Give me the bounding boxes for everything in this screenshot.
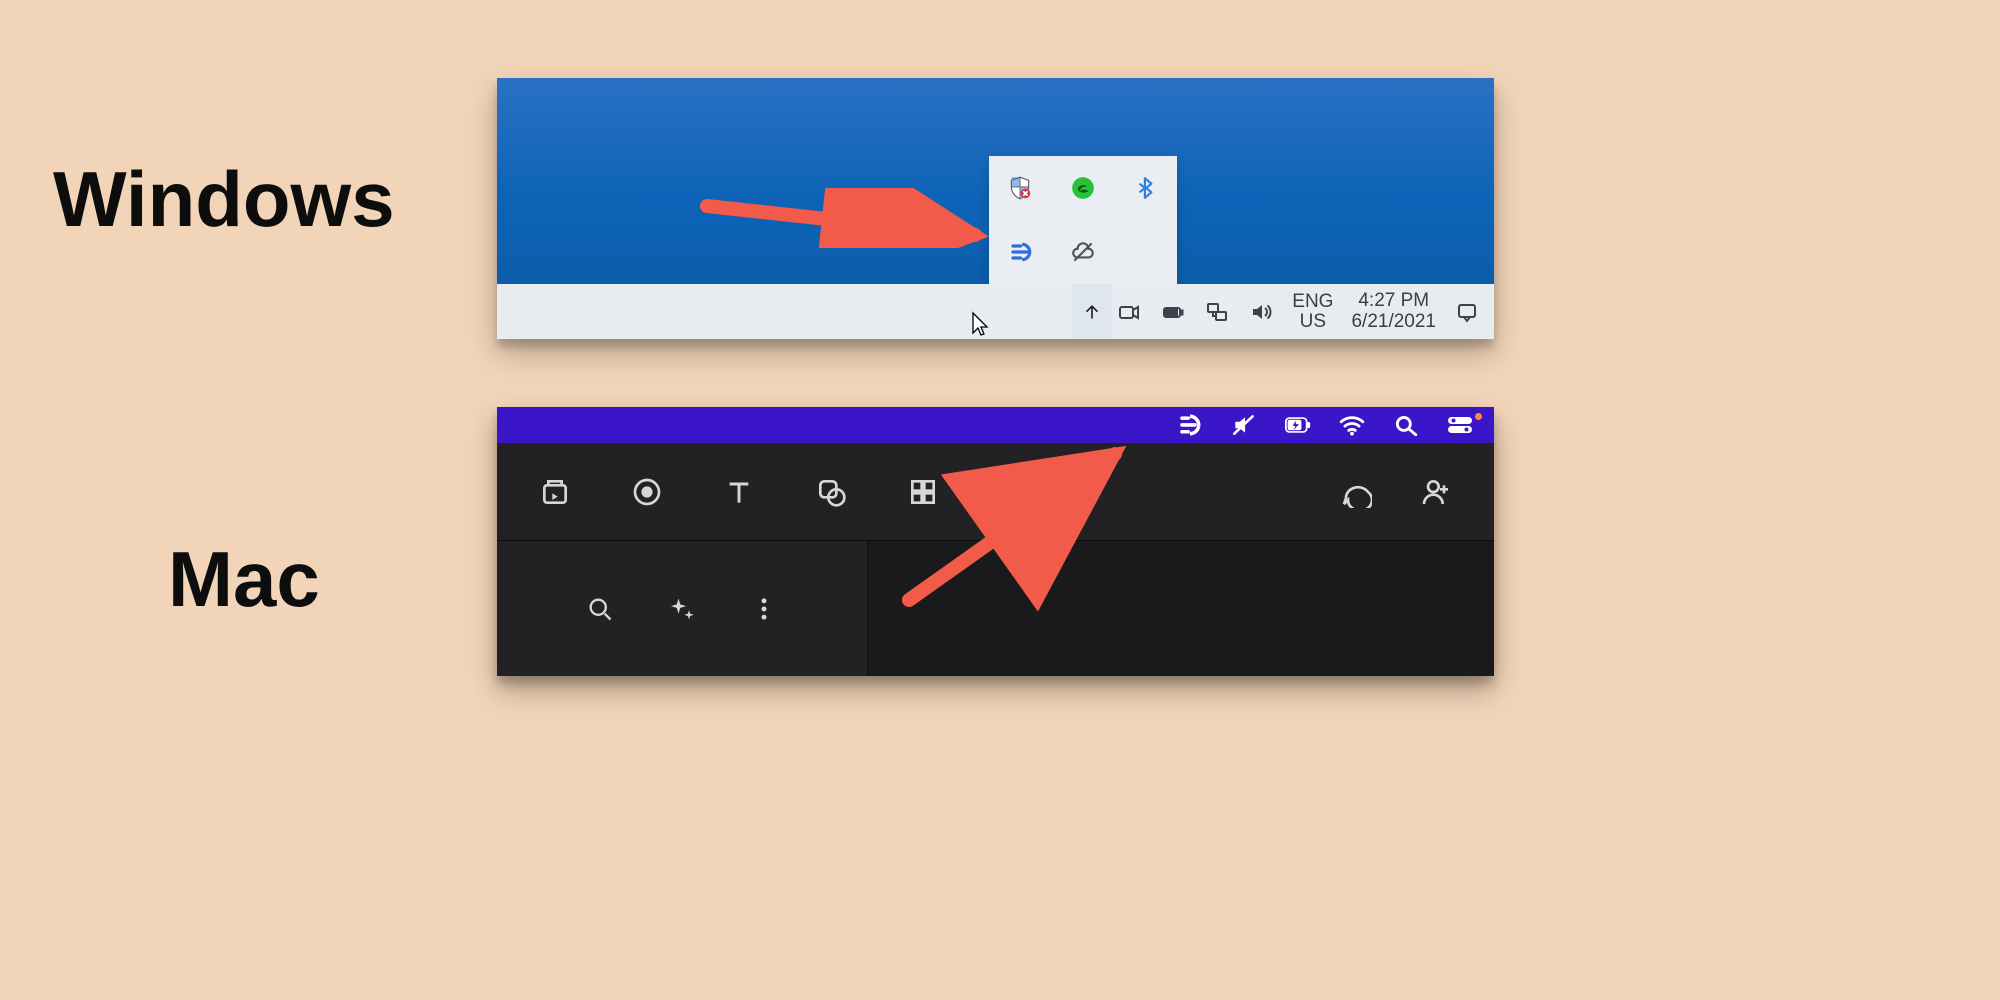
bluetooth-icon[interactable] xyxy=(1133,175,1159,201)
language-line-2: US xyxy=(1292,312,1333,332)
cloud-disabled-icon[interactable] xyxy=(1070,239,1096,265)
shapes-icon[interactable] xyxy=(813,474,849,510)
battery-charging-icon[interactable] xyxy=(1284,411,1312,439)
sparkle-icon[interactable] xyxy=(664,591,700,627)
add-person-icon[interactable] xyxy=(1418,474,1454,510)
mac-menubar xyxy=(497,407,1494,443)
grid-icon[interactable] xyxy=(905,474,941,510)
razer-icon[interactable] xyxy=(1070,175,1096,201)
windows-tray-overflow-popup xyxy=(989,156,1177,284)
language-line-1: ENG xyxy=(1292,292,1333,312)
cursor-icon xyxy=(970,311,990,337)
mac-app-toolbar xyxy=(497,443,1494,540)
mac-content-area xyxy=(868,540,1494,676)
volume-icon[interactable] xyxy=(1248,299,1274,325)
time-text: 4:27 PM xyxy=(1351,291,1436,312)
windows-screenshot: ENG US 4:27 PM 6/21/2021 xyxy=(497,78,1494,339)
network-icon[interactable] xyxy=(1204,299,1230,325)
camera-icon[interactable] xyxy=(1116,299,1142,325)
library-icon[interactable] xyxy=(537,474,573,510)
tray-overflow-button[interactable] xyxy=(1072,284,1112,339)
text-icon[interactable] xyxy=(721,474,757,510)
search-icon[interactable] xyxy=(582,591,618,627)
spotlight-search-icon[interactable] xyxy=(1392,411,1420,439)
notification-dot-icon xyxy=(1475,413,1482,420)
heading-mac: Mac xyxy=(168,540,320,618)
comment-icon[interactable] xyxy=(1338,474,1374,510)
descript-icon[interactable] xyxy=(1007,239,1033,265)
mac-sidebar-tools xyxy=(497,540,868,676)
security-shield-icon[interactable] xyxy=(1007,175,1033,201)
wifi-icon[interactable] xyxy=(1338,411,1366,439)
date-text: 6/21/2021 xyxy=(1351,312,1436,333)
language-indicator[interactable]: ENG US xyxy=(1292,292,1333,332)
volume-muted-icon[interactable] xyxy=(1230,411,1258,439)
descript-icon[interactable] xyxy=(1176,411,1204,439)
battery-icon[interactable] xyxy=(1160,299,1186,325)
heading-windows: Windows xyxy=(53,160,395,238)
windows-taskbar: ENG US 4:27 PM 6/21/2021 xyxy=(497,284,1494,339)
more-vertical-icon[interactable] xyxy=(746,591,782,627)
clock[interactable]: 4:27 PM 6/21/2021 xyxy=(1351,291,1436,333)
record-icon[interactable] xyxy=(629,474,665,510)
mac-screenshot xyxy=(497,407,1494,676)
control-center-icon[interactable] xyxy=(1446,411,1474,439)
notifications-icon[interactable] xyxy=(1454,299,1480,325)
